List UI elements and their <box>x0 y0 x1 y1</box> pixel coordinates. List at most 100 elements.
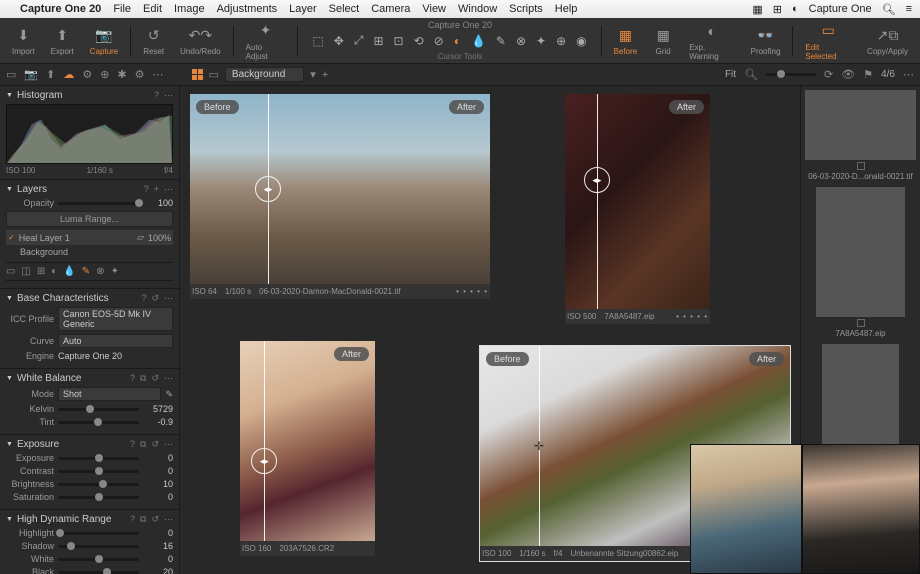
layer-tool-icon[interactable]: ✦ <box>111 266 119 277</box>
kelvin-slider[interactable] <box>58 408 139 411</box>
tab-icon[interactable]: 📷 <box>24 68 38 81</box>
menu-adjustments[interactable]: Adjustments <box>217 3 278 15</box>
layer-dropdown[interactable]: Background <box>225 67 304 82</box>
layer-tool-icon[interactable]: ⊗ <box>96 266 104 277</box>
contrast-value[interactable]: 0 <box>143 466 173 476</box>
disclosure-icon[interactable]: ▼ <box>6 375 13 382</box>
image-preview[interactable]: After ◂▸ <box>240 341 375 541</box>
dropdown-caret-icon[interactable]: ▾ <box>310 68 316 81</box>
panel-menu-icon[interactable]: ⋯ <box>164 184 173 195</box>
curve-select[interactable]: Auto <box>58 334 173 348</box>
cursor-tool-icon[interactable]: ✦ <box>536 34 546 48</box>
tab-icon[interactable]: ✱ <box>117 68 126 81</box>
cursor-tool-icon[interactable]: ◐ <box>454 34 461 48</box>
saturation-value[interactable]: 0 <box>143 492 173 502</box>
thumb-checkbox[interactable] <box>857 162 865 170</box>
grid-button[interactable]: ▦Grid <box>647 23 679 58</box>
highlight-value[interactable]: 0 <box>143 528 173 538</box>
tab-icon[interactable]: ⋯ <box>153 68 164 81</box>
spotlight-icon[interactable]: 🔍︎ <box>882 3 896 16</box>
saturation-slider[interactable] <box>58 496 139 499</box>
white-slider[interactable] <box>58 558 139 561</box>
kelvin-value[interactable]: 5729 <box>143 404 173 414</box>
layer-tool-icon[interactable]: ✎ <box>82 266 90 277</box>
flag-icon[interactable]: ⚑ <box>863 68 873 81</box>
opacity-value[interactable]: 100 <box>143 198 173 208</box>
menu-camera[interactable]: Camera <box>371 3 410 15</box>
shadow-slider[interactable] <box>58 545 139 548</box>
browser-thumb[interactable] <box>805 344 916 444</box>
image-card[interactable]: After ◂▸ ISO 160203A7526.CR2 <box>240 341 375 556</box>
tab-icon[interactable]: ⊕ <box>100 68 109 81</box>
opacity-slider[interactable] <box>58 202 139 205</box>
menu-image[interactable]: Image <box>174 3 205 15</box>
tab-icon[interactable]: ⬆ <box>46 68 55 81</box>
exposure-value[interactable]: 0 <box>143 453 173 463</box>
list-view-icon[interactable]: ▭ <box>209 68 219 81</box>
exposure-warning-button[interactable]: ◐Exp. Warning <box>683 19 740 63</box>
brightness-value[interactable]: 10 <box>143 479 173 489</box>
icc-profile-select[interactable]: Canon EOS-5D Mk IV Generic <box>58 307 173 331</box>
rating-dots[interactable]: • • • • • <box>456 287 488 296</box>
add-icon[interactable]: + <box>322 69 328 81</box>
proofing-button[interactable]: 👓Proofing <box>745 23 787 58</box>
copy-apply-button[interactable]: ↗⧉Copy/Apply <box>861 23 914 58</box>
thumb-image[interactable] <box>805 90 916 160</box>
app-menu[interactable]: Capture One 20 <box>20 3 101 15</box>
rating-dots[interactable]: • • • • • <box>676 312 708 321</box>
disclosure-icon[interactable]: ▼ <box>6 186 13 193</box>
more-icon[interactable]: ⋯ <box>903 68 914 81</box>
reset-button[interactable]: ↺Reset <box>137 23 170 58</box>
white-value[interactable]: 0 <box>143 554 173 564</box>
auto-adjust-button[interactable]: ✦Auto Adjust <box>240 19 292 63</box>
browser-thumb[interactable]: 7A8A5487.eip <box>805 187 916 338</box>
cursor-tool-icon[interactable]: ⤢ <box>354 33 364 48</box>
contrast-slider[interactable] <box>58 470 139 473</box>
layer-tool-icon[interactable]: ⊞ <box>37 266 45 277</box>
disclosure-icon[interactable]: ▼ <box>6 295 13 302</box>
disclosure-icon[interactable]: ▼ <box>6 92 13 99</box>
cursor-tool-icon[interactable]: ✥ <box>334 34 344 48</box>
before-after-handle[interactable]: ◂▸ <box>251 448 277 474</box>
black-slider[interactable] <box>58 571 139 574</box>
cursor-tool-icon[interactable]: ⟲ <box>414 34 424 48</box>
cursor-tool-icon[interactable]: ⊞ <box>373 34 383 48</box>
edit-selected-button[interactable]: ▭Edit Selected <box>799 19 857 63</box>
panel-add-icon[interactable]: + <box>154 184 159 195</box>
panel-help-icon[interactable]: ? <box>154 90 159 101</box>
menu-window[interactable]: Window <box>458 3 497 15</box>
menu-scripts[interactable]: Scripts <box>509 3 543 15</box>
layer-tool-icon[interactable]: ◐ <box>51 266 57 277</box>
tab-icon[interactable]: ☁ <box>63 68 74 81</box>
layer-tool-icon[interactable]: 💧 <box>63 266 75 277</box>
undo-redo-button[interactable]: ↶↷Undo/Redo <box>174 23 226 58</box>
panel-help-icon[interactable]: ? <box>144 184 149 195</box>
thumb-checkbox[interactable] <box>857 319 865 327</box>
menubar-icon[interactable]: ◐ <box>792 3 799 15</box>
before-after-handle[interactable]: ◂▸ <box>255 176 281 202</box>
cursor-tool-icon[interactable]: 💧 <box>471 34 486 48</box>
import-button[interactable]: ⬇Import <box>6 23 41 58</box>
zoom-fit-label[interactable]: Fit <box>725 69 736 80</box>
tab-icon[interactable]: ⚙ <box>135 68 145 81</box>
shadow-value[interactable]: 16 <box>143 541 173 551</box>
layer-tool-icon[interactable]: ▭ <box>6 266 15 277</box>
menu-view[interactable]: View <box>422 3 446 15</box>
tint-value[interactable]: -0.9 <box>143 417 173 427</box>
eye-icon[interactable]: 👁 <box>841 68 855 81</box>
cursor-tool-icon[interactable]: ⊕ <box>556 34 566 48</box>
eyedropper-icon[interactable]: ✎ <box>165 389 173 400</box>
exposure-slider[interactable] <box>58 457 139 460</box>
luma-range-button[interactable]: Luma Range... <box>6 211 173 227</box>
panel-menu-icon[interactable]: ⋯ <box>164 90 173 101</box>
thumb-image[interactable] <box>822 344 900 444</box>
wb-mode-select[interactable]: Shot <box>58 387 161 401</box>
menubar-icon[interactable]: ▦ <box>752 3 762 16</box>
layer-item[interactable]: Background <box>6 245 173 259</box>
tab-icon[interactable]: ⚙ <box>82 68 92 81</box>
capture-button[interactable]: 📷Capture <box>84 23 124 58</box>
cursor-tool-icon[interactable]: ◉ <box>576 34 586 48</box>
menu-layer[interactable]: Layer <box>289 3 317 15</box>
menubar-icon[interactable]: ≡ <box>906 3 912 15</box>
grid-view-icon[interactable] <box>192 69 203 80</box>
